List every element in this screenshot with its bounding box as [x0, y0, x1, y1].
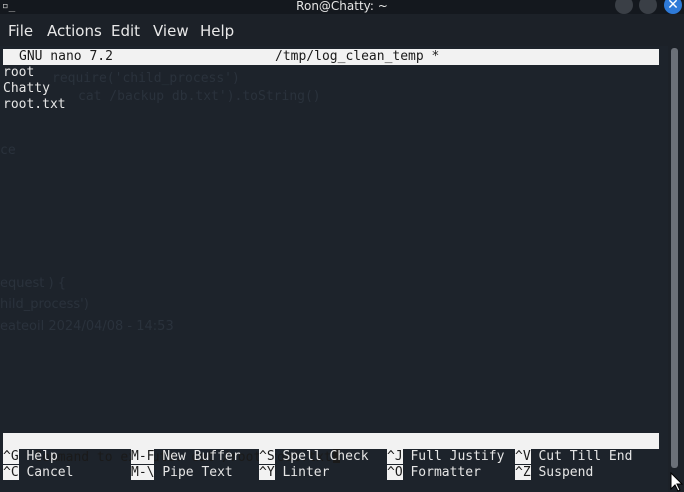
shortcut-key: ^S [259, 449, 275, 464]
shortcut-label: Formatter [410, 465, 481, 480]
nano-filename: /tmp/log_clean_temp * [275, 49, 440, 64]
shortcut-label: Cancel [26, 465, 74, 480]
shortcut-cut-till-end[interactable]: ^V Cut Till End [515, 449, 632, 465]
menu-view[interactable]: View [153, 22, 189, 40]
shortcut-new-buffer[interactable]: M-F New Buffer [131, 449, 241, 465]
shortcut-label: Cut Till End [538, 449, 633, 464]
menu-actions[interactable]: Actions [47, 22, 102, 40]
nano-header: GNU nano 7.2 /tmp/log_clean_temp * [3, 49, 659, 65]
shortcut-full-justify[interactable]: ^J Full Justify [387, 449, 504, 465]
ghost-text: hild_process') [0, 297, 89, 312]
shortcut-label: Full Justify [410, 449, 505, 464]
shortcut-key: ^V [515, 449, 531, 464]
buffer-line[interactable]: root.txt [3, 97, 66, 113]
menu-file[interactable]: File [8, 22, 33, 40]
shortcut-linter[interactable]: ^Y Linter [259, 465, 329, 481]
ghost-text: require('child_process') [52, 71, 240, 86]
nano-version: GNU nano 7.2 [19, 49, 113, 64]
shortcut-suspend[interactable]: ^Z Suspend [515, 465, 593, 481]
shortcut-cancel[interactable]: ^C Cancel [3, 465, 73, 481]
shortcut-key: M-F [131, 449, 155, 464]
close-icon: ✕ [667, 0, 679, 13]
buffer-line[interactable]: Chatty [3, 81, 50, 97]
scrollbar[interactable] [668, 46, 684, 492]
shortcut-key: ^C [3, 465, 19, 480]
ghost-text: eateoil 2024/04/08 - 14:53 [0, 319, 174, 334]
title-bar: ▫̲ Ron@Chatty: ~ ✕ [0, 0, 684, 14]
shortcut-key: ^J [387, 449, 403, 464]
command-prompt-bar[interactable]: Command to execute: cat /root/root.txt [3, 433, 659, 465]
ghost-text: equest ) { [0, 276, 66, 291]
menu-edit[interactable]: Edit [111, 22, 140, 40]
shortcut-label: Suspend [538, 465, 594, 480]
shortcut-label: Linter [282, 465, 330, 480]
ghost-text: ce [0, 143, 16, 158]
shortcut-label: Spell Check [282, 449, 369, 464]
shortcut-help[interactable]: ^G Help [3, 449, 58, 465]
shortcut-key: ^O [387, 465, 403, 480]
menu-bar: File Actions Edit View Help [0, 14, 684, 46]
shortcut-key: ^Z [515, 465, 531, 480]
terminal-area[interactable]: constructor require('child_process') cat… [0, 46, 668, 492]
window-title: Ron@Chatty: ~ [296, 0, 388, 13]
buffer-line[interactable]: root [3, 65, 34, 81]
shortcut-key: M-\ [131, 465, 155, 480]
ghost-text: cat /backup db.txt').toString() [78, 89, 321, 104]
shortcut-spell-check[interactable]: ^S Spell Check [259, 449, 369, 465]
menu-help[interactable]: Help [200, 22, 234, 40]
shortcut-label: New Buffer [162, 449, 241, 464]
shortcut-formatter[interactable]: ^O Formatter [387, 465, 481, 481]
shortcut-label: Pipe Text [162, 465, 233, 480]
shortcut-key: ^Y [259, 465, 275, 480]
mouse-pointer-icon [670, 472, 684, 492]
shortcut-pipe-text[interactable]: M-\ Pipe Text [131, 465, 233, 481]
shortcut-key: ^G [3, 449, 19, 464]
shortcut-label: Help [26, 449, 58, 464]
scrollbar-thumb[interactable] [671, 48, 678, 468]
